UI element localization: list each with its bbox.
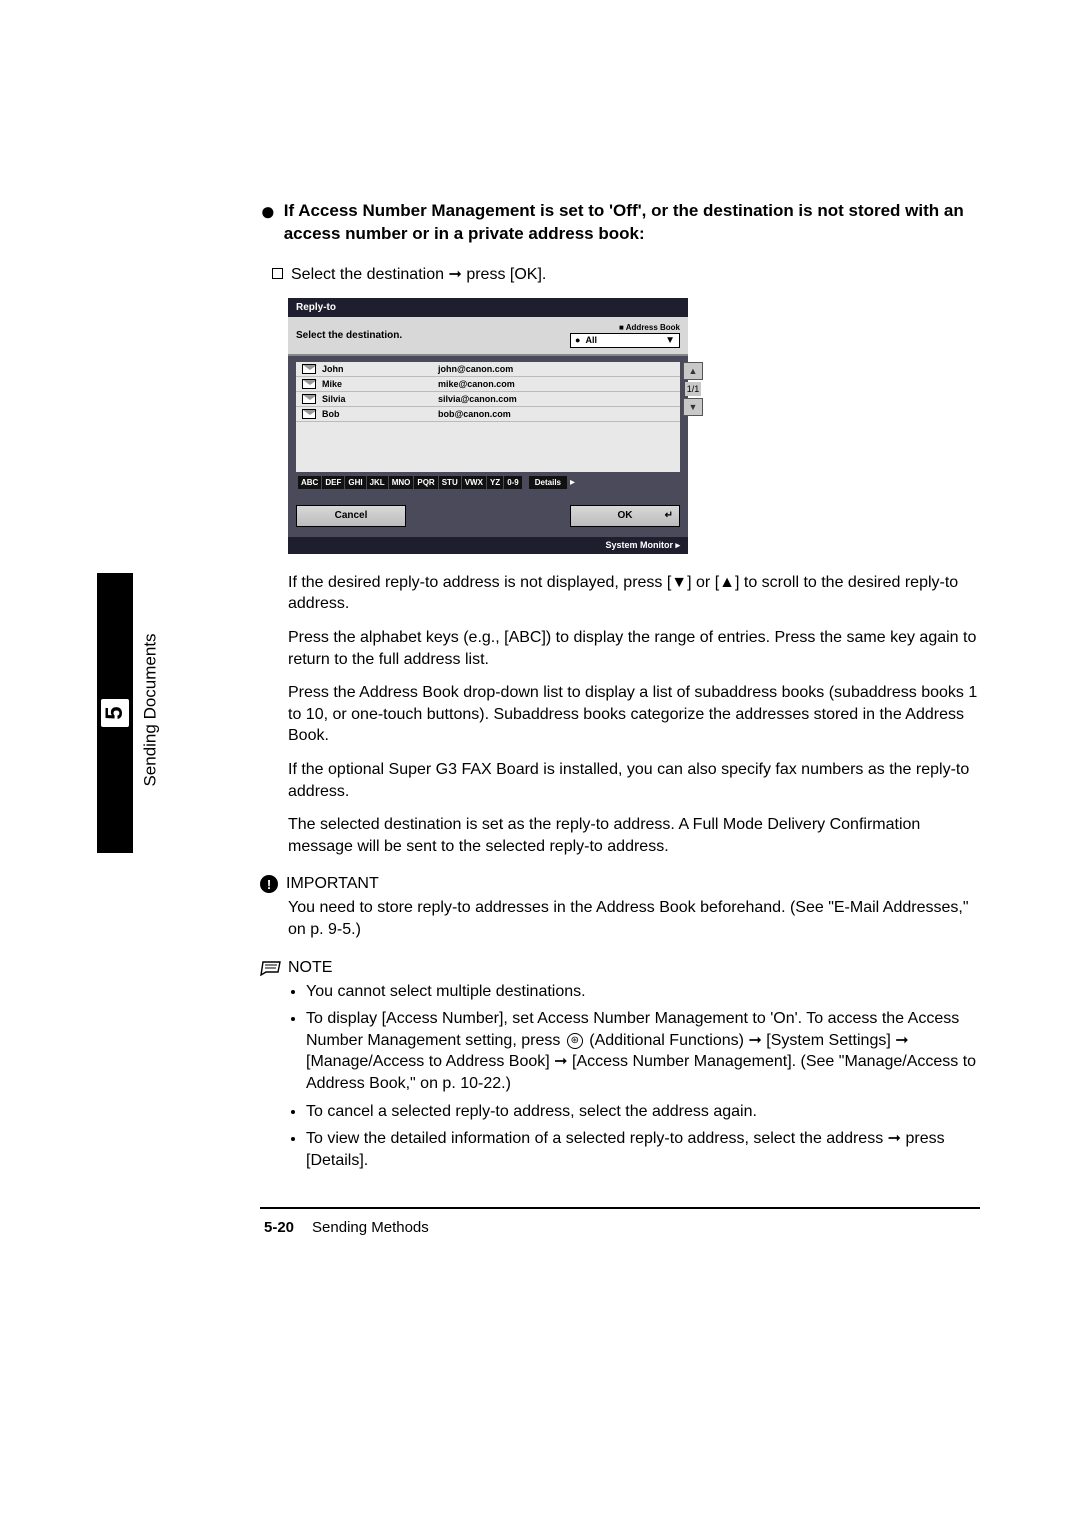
row-name: Bob	[322, 409, 432, 419]
row-email: silvia@canon.com	[438, 394, 517, 404]
arrow-icon: ➞	[888, 1130, 901, 1147]
ss-dropdown-bullet: ●	[575, 335, 580, 345]
important-icon: !	[260, 875, 278, 893]
case-heading-text: If Access Number Management is set to 'O…	[284, 200, 980, 246]
alpha-keys: ABC DEF GHI JKL MNO PQR STU VWX YZ 0-9 D…	[296, 472, 680, 491]
paragraph: Press the Address Book drop-down list to…	[288, 682, 980, 747]
alpha-key[interactable]: STU	[439, 476, 461, 489]
case-heading: ● If Access Number Management is set to …	[260, 200, 980, 246]
note-label: NOTE	[288, 959, 332, 977]
details-button[interactable]: Details	[529, 476, 567, 489]
page-footer: 5-20 Sending Methods	[264, 1219, 980, 1236]
arrow-icon: ➞	[554, 1053, 567, 1070]
alpha-key[interactable]: VWX	[462, 476, 486, 489]
mail-icon	[302, 394, 316, 404]
list-item[interactable]: Mike mike@canon.com	[296, 377, 680, 392]
substep: Select the destination ➞ press [OK].	[272, 264, 980, 284]
alpha-key[interactable]: ABC	[298, 476, 321, 489]
substep-text: Select the destination ➞ press [OK].	[291, 264, 546, 284]
ss-dropdown[interactable]: ● All ▼	[570, 333, 680, 348]
ok-button[interactable]: OK↵	[570, 505, 680, 527]
system-monitor-button[interactable]: System Monitor ▸	[288, 537, 688, 554]
scroll-down-button[interactable]: ▼	[683, 398, 703, 416]
alpha-key[interactable]: PQR	[414, 476, 437, 489]
cancel-button[interactable]: Cancel	[296, 505, 406, 527]
arrow-icon: ➞	[895, 1032, 908, 1049]
checkbox-icon	[272, 268, 283, 279]
row-name: Mike	[322, 379, 432, 389]
paragraph: The selected destination is set as the r…	[288, 814, 980, 857]
note-list: You cannot select multiple destinations.…	[288, 981, 980, 1172]
row-name: Silvia	[322, 394, 432, 404]
note-heading: NOTE	[260, 959, 980, 977]
chapter-tab: 5	[97, 573, 133, 853]
list-item[interactable]: John john@canon.com	[296, 362, 680, 377]
row-email: john@canon.com	[438, 364, 513, 374]
note-icon	[260, 960, 280, 976]
paragraph: Press the alphabet keys (e.g., [ABC]) to…	[288, 627, 980, 670]
bullet-icon: ●	[260, 198, 276, 246]
additional-functions-icon: ⊛	[567, 1033, 583, 1049]
paragraph: If the optional Super G3 FAX Board is in…	[288, 759, 980, 802]
ss-dropdown-label: ■ Address Book	[570, 323, 680, 332]
chapter-number: 5	[101, 699, 129, 727]
mail-icon	[302, 379, 316, 389]
chapter-label-wrap: Sending Documents	[140, 600, 162, 820]
row-email: bob@canon.com	[438, 409, 511, 419]
alpha-key[interactable]: GHI	[345, 476, 365, 489]
scroll-up-button[interactable]: ▲	[683, 362, 703, 380]
paragraph: If the desired reply-to address is not d…	[288, 572, 980, 615]
device-screenshot: Reply-to Select the destination. ■ Addre…	[288, 298, 688, 554]
ss-list[interactable]: John john@canon.com Mike mike@canon.com …	[296, 362, 680, 472]
row-email: mike@canon.com	[438, 379, 515, 389]
important-label: IMPORTANT	[286, 875, 379, 893]
pager: 1/1	[685, 382, 702, 396]
alpha-key[interactable]: 0-9	[504, 476, 522, 489]
important-body: You need to store reply-to addresses in …	[288, 897, 980, 940]
mail-icon	[302, 409, 316, 419]
important-heading: ! IMPORTANT	[260, 875, 980, 893]
row-name: John	[322, 364, 432, 374]
alpha-key[interactable]: YZ	[487, 476, 503, 489]
details-arrow-icon: ▸	[570, 477, 575, 488]
ss-dropdown-value: All	[585, 335, 597, 345]
list-item[interactable]: Silvia silvia@canon.com	[296, 392, 680, 407]
chevron-down-icon: ▼	[665, 335, 675, 346]
alpha-key[interactable]: JKL	[367, 476, 388, 489]
substep-suffix: press [OK].	[466, 266, 546, 283]
alpha-key[interactable]: MNO	[389, 476, 414, 489]
note-item: To cancel a selected reply-to address, s…	[306, 1101, 980, 1123]
footer-rule	[260, 1207, 980, 1209]
arrow-icon: ➞	[448, 266, 461, 283]
enter-icon: ↵	[665, 510, 673, 521]
note-item: To view the detailed information of a se…	[306, 1128, 980, 1171]
note-item: To display [Access Number], set Access N…	[306, 1008, 980, 1094]
page-number: 5-20	[264, 1219, 294, 1236]
section-name: Sending Methods	[312, 1219, 429, 1236]
list-item[interactable]: Bob bob@canon.com	[296, 407, 680, 422]
note-item: You cannot select multiple destinations.	[306, 981, 980, 1003]
ss-instruction: Select the destination.	[296, 330, 402, 341]
ss-title: Reply-to	[288, 298, 688, 317]
mail-icon	[302, 364, 316, 374]
arrow-icon: ➞	[748, 1032, 761, 1049]
substep-prefix: Select the destination	[291, 266, 444, 283]
chapter-label: Sending Documents	[141, 633, 161, 786]
alpha-key[interactable]: DEF	[322, 476, 344, 489]
